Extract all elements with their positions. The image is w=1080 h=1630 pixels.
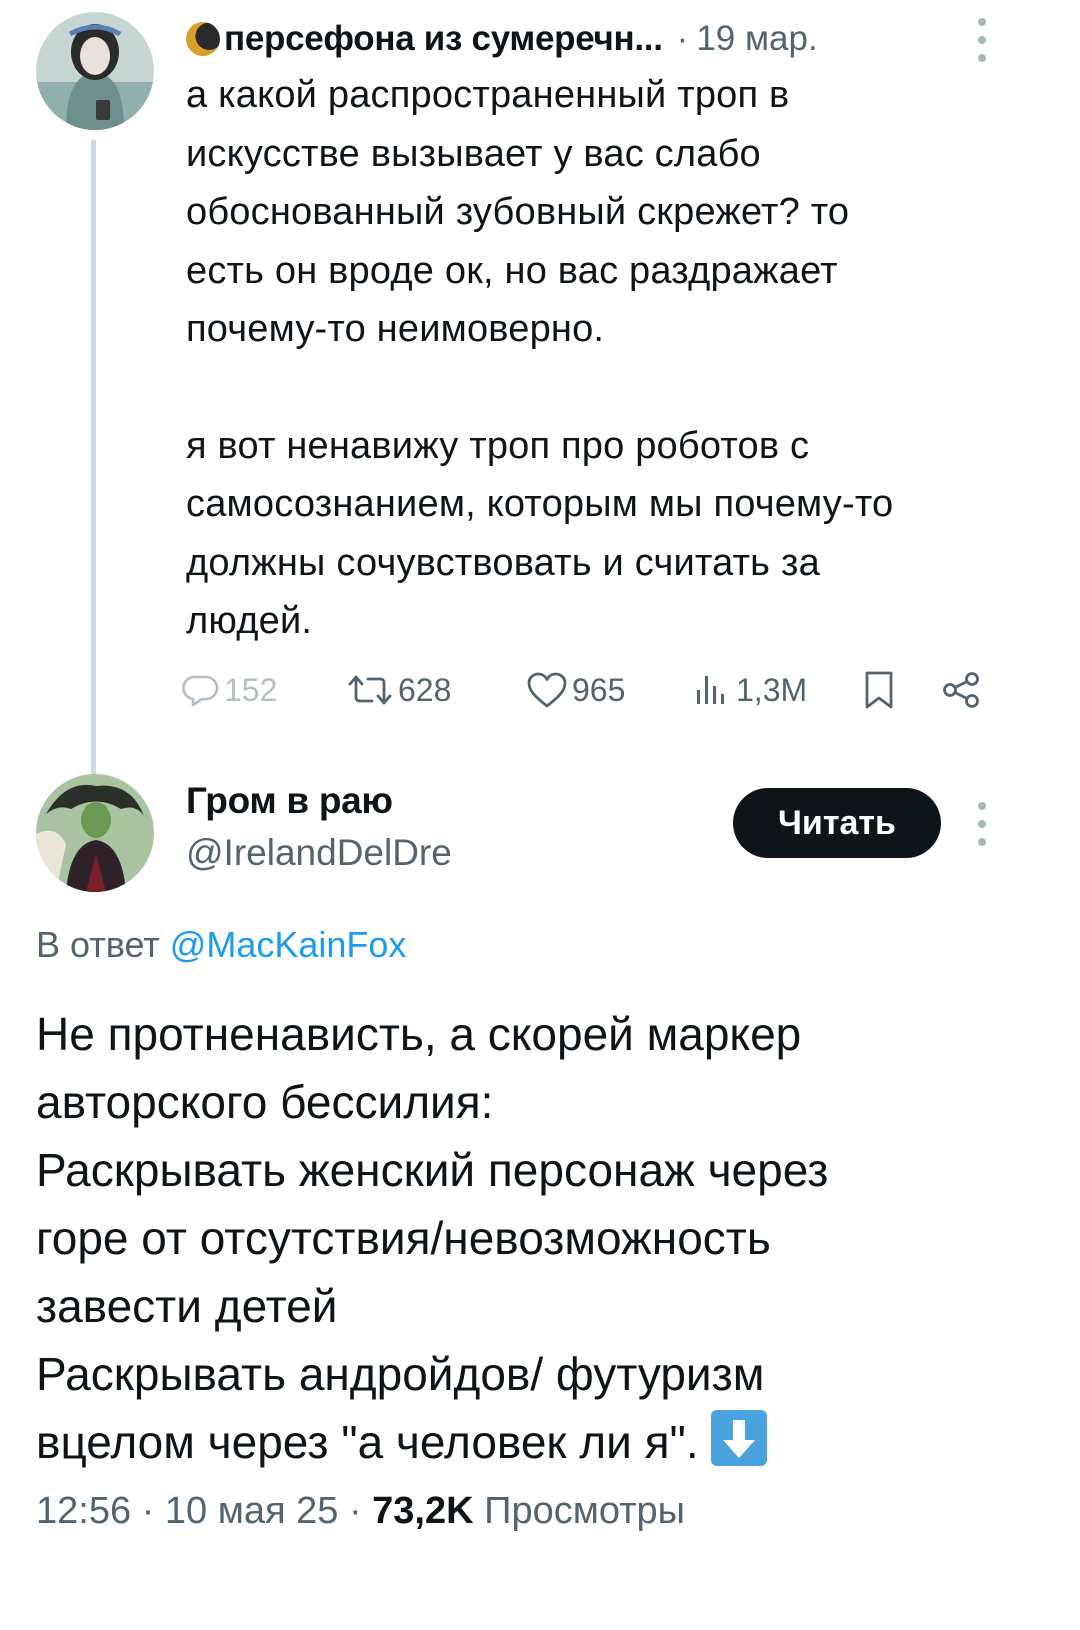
text-line: авторского бессилия: [36,1076,494,1128]
reply-button[interactable]: 152 [182,668,277,712]
reply-author-name[interactable]: Гром в раю [186,780,393,822]
text-line: горе от отсутствия/невозможность [36,1212,771,1264]
text-line: людей. [186,600,313,642]
thread-line [91,140,96,795]
share-button[interactable] [940,668,982,712]
tweet-views-label: Просмотры [484,1490,685,1532]
views-icon [697,676,724,704]
tweet-date[interactable]: 10 мая 25 [165,1490,339,1532]
like-icon [527,672,567,708]
share-icon [943,672,979,708]
down-arrow-emoji [710,1410,767,1466]
bookmark-button[interactable] [862,668,896,712]
reply-tweet-text: Не протненависть, а скорей маркер авторс… [36,1000,1046,1476]
separator: · [348,1490,362,1532]
text-line: почему-то неимоверно. [186,308,605,350]
text-line: есть он вроде ок, но вас раздражает [186,249,838,292]
like-button[interactable]: 965 [526,668,625,712]
separator: · [141,1490,155,1532]
text-line: вцелом через "а человек ли я". [36,1416,699,1468]
views-button[interactable]: 1,3M [692,668,807,712]
tweet-views-count[interactable]: 73,2K [372,1490,473,1532]
separator: · [676,19,689,58]
more-icon[interactable] [976,802,988,846]
text-line: завести детей [36,1280,338,1332]
parent-date[interactable]: 19 мар. [696,19,817,59]
text-line-last: вцелом через "а человек ли я". [36,1408,1046,1476]
parent-paragraph-1: а какой распространенный троп в искусств… [186,66,1046,359]
reply-icon [182,675,219,707]
like-count: 965 [572,671,626,708]
text-line: Раскрывать андройдов/ футуризм [36,1348,765,1400]
repost-count: 628 [398,671,452,708]
text-line: я вот ненавижу троп про роботов с [186,424,810,467]
reply-avatar[interactable] [36,774,154,892]
views-count: 1,3M [736,671,808,708]
repost-icon [348,675,392,705]
text-line: обоснованный зубовный скрежет? то [186,191,850,233]
bookmark-icon [865,671,893,709]
reply-to-line: В ответ @MacKainFox [36,924,406,966]
action-bar: 152 628 965 1,3M [182,668,1016,712]
parent-avatar[interactable] [36,12,154,130]
text-line: Раскрывать женский персонаж через [36,1144,829,1196]
text-line: Не протненависть, а скорей маркер [36,1008,802,1060]
reply-count: 152 [224,671,278,708]
text-line: самосознанием, которым мы почему-то [186,483,894,525]
parent-tweet-text: а какой распространенный троп в искусств… [186,66,1046,651]
repost-button[interactable]: 628 [346,668,451,712]
moon-icon [186,22,220,56]
reply-to-prefix: В ответ [36,924,160,965]
text-line: искусстве вызывает у вас слабо [186,132,761,175]
parent-header: персефона из сумеречн... · 19 мар. [186,14,818,64]
follow-button[interactable]: Читать [733,788,941,858]
more-icon[interactable] [976,18,988,62]
parent-author-name[interactable]: персефона из сумеречн... [224,19,663,59]
reply-to-mention[interactable]: @MacKainFox [170,924,407,965]
text-line: должны сочувствовать и считать за [186,541,820,584]
tweet-meta: 12:56 · 10 мая 25 · 73,2K Просмотры [36,1490,685,1533]
text-line: а какой распространенный троп в [186,74,790,116]
reply-author-handle[interactable]: @IrelandDelDre [186,832,452,874]
parent-paragraph-2: я вот ненавижу троп про роботов с самосо… [186,417,1046,651]
tweet-time[interactable]: 12:56 [36,1490,131,1532]
